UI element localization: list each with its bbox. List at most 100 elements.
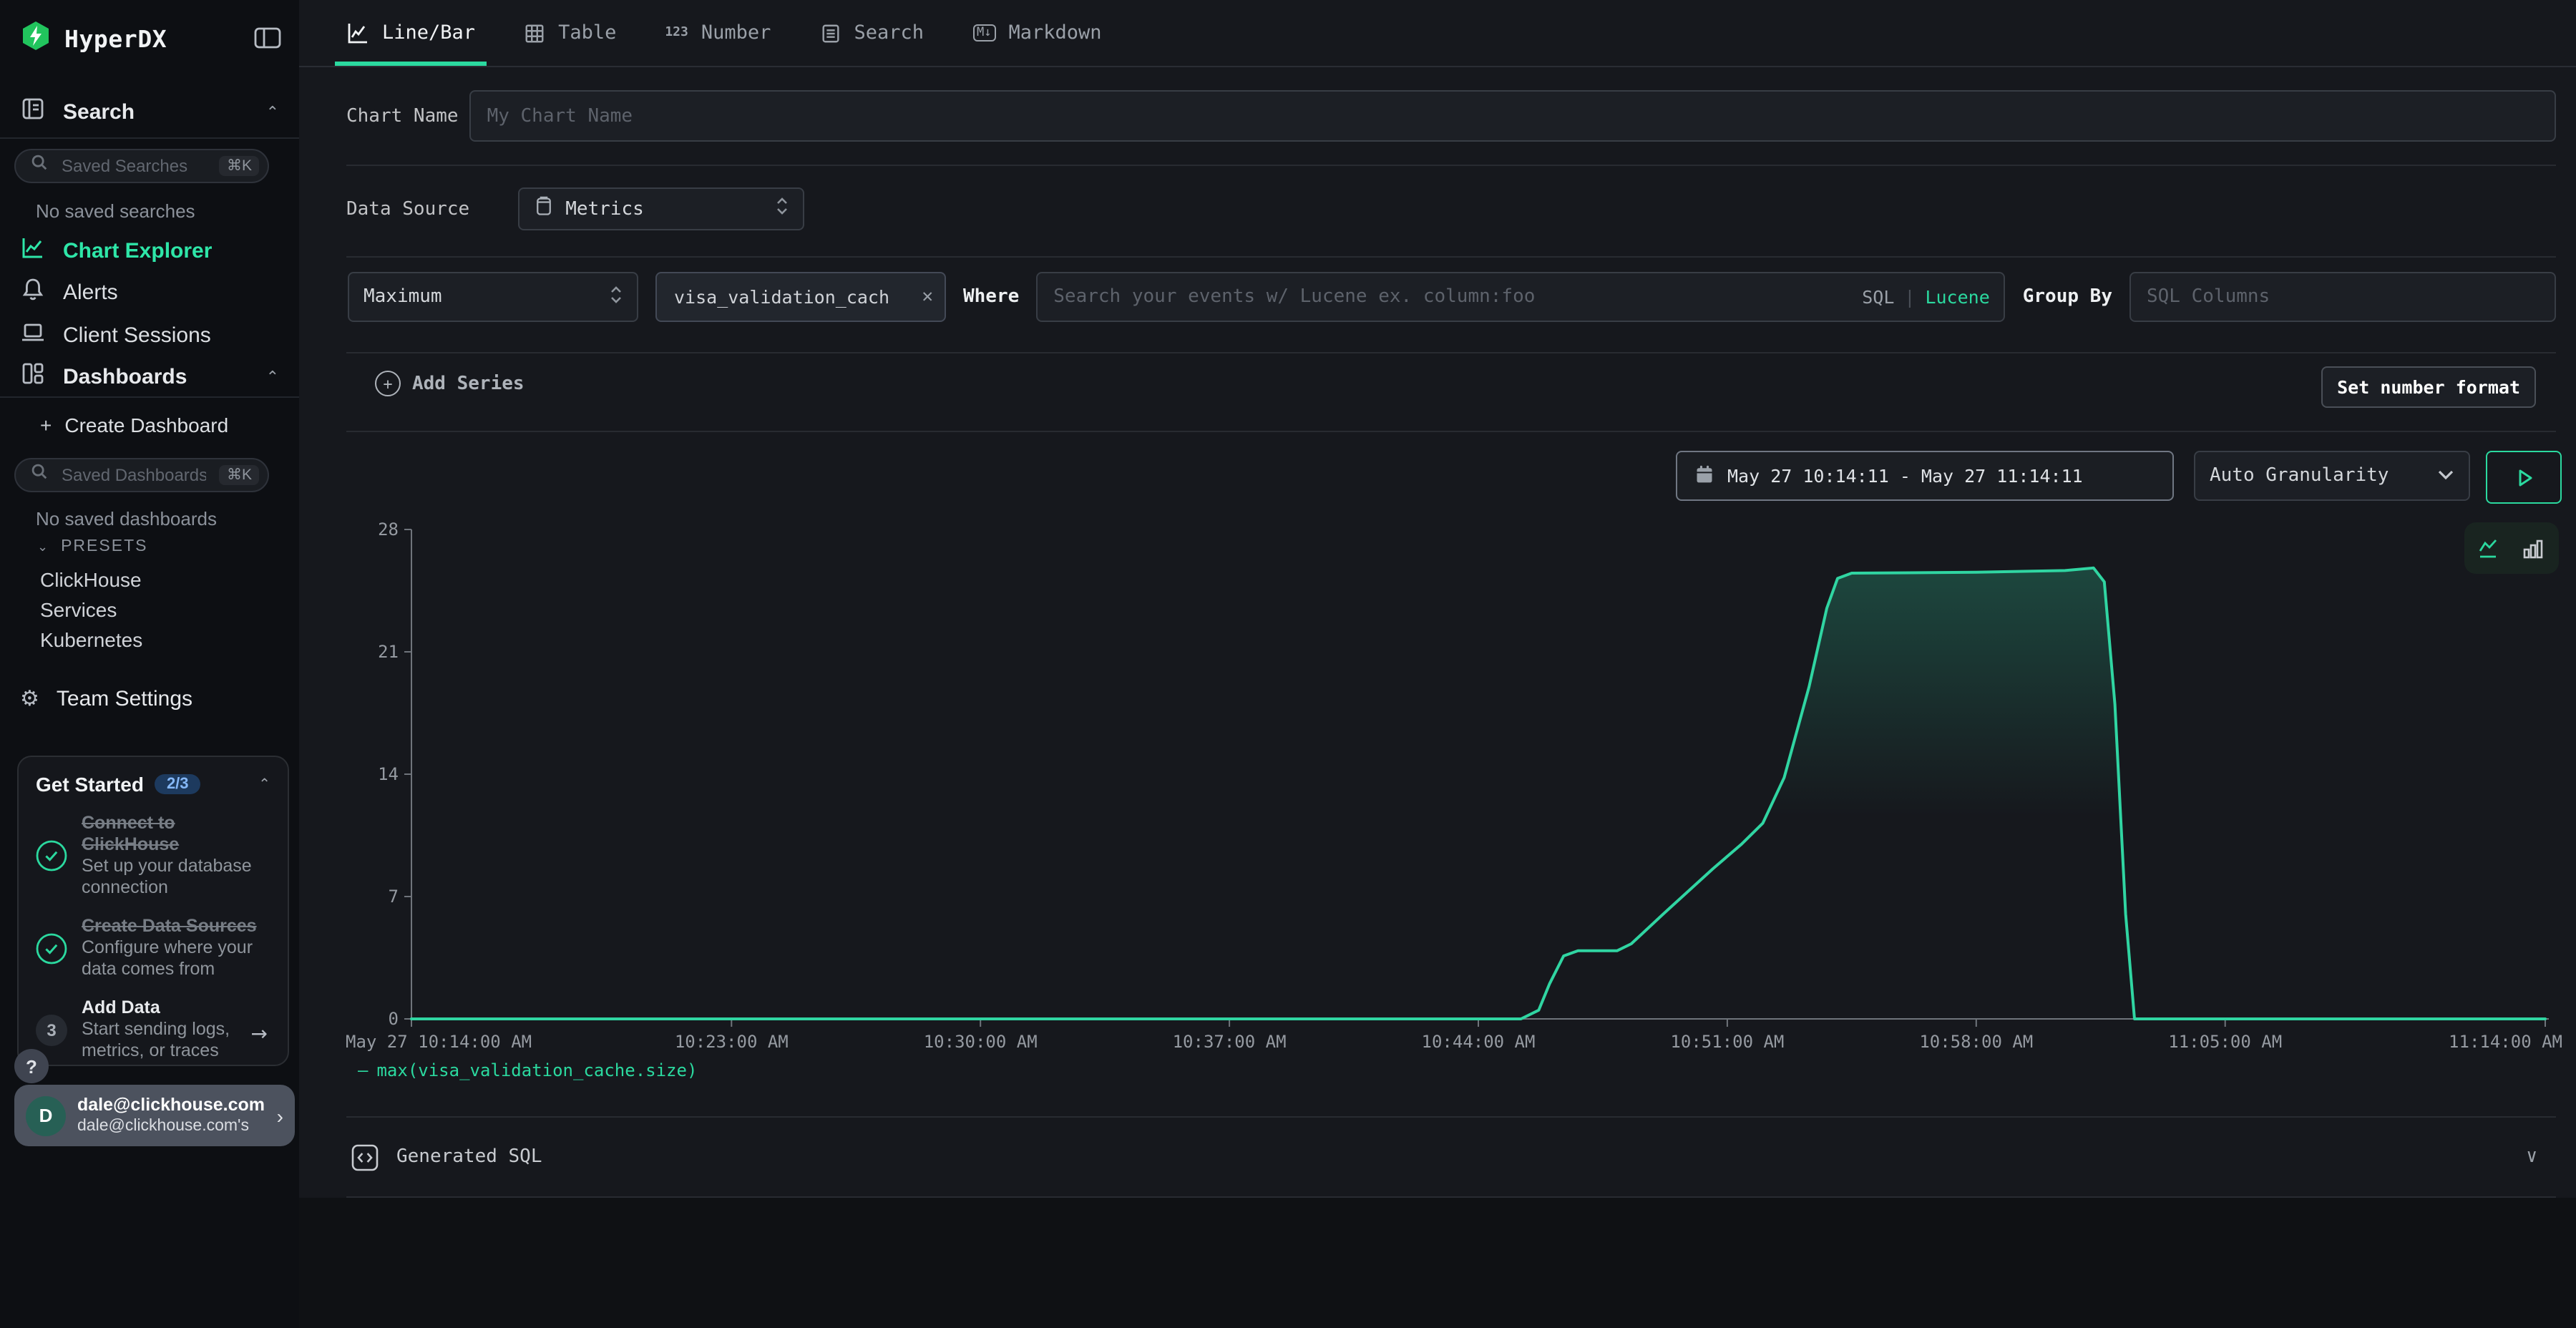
presets-toggle[interactable]: ⌄ PRESETS — [37, 538, 147, 555]
page-background — [299, 1198, 2576, 1328]
search-icon — [30, 462, 49, 488]
svg-text:14: 14 — [378, 764, 399, 784]
get-started-step-2[interactable]: Create Data Sources Configure where your… — [36, 916, 270, 980]
date-range-text: May 27 10:14:11 - May 27 11:14:11 — [1727, 465, 2083, 487]
get-started-title: Get Started — [36, 773, 144, 796]
svg-text:0: 0 — [389, 1009, 399, 1029]
tab-number[interactable]: 123 Number — [665, 0, 771, 66]
sidebar-item-alerts[interactable]: Alerts — [20, 276, 118, 308]
saved-searches-input[interactable] — [59, 155, 210, 177]
sidebar-item-client-sessions[interactable]: Client Sessions — [20, 319, 211, 351]
where-search-input[interactable] — [1036, 272, 2005, 322]
chevron-down-icon: ∨ — [2526, 1146, 2537, 1168]
chevron-up-icon[interactable]: ⌃ — [266, 368, 279, 386]
svg-text:11:14:00 AM: 11:14:00 AM — [2449, 1032, 2562, 1052]
divider — [346, 352, 2556, 353]
divider — [346, 256, 2556, 258]
data-source-select[interactable]: Metrics — [518, 187, 804, 230]
chevron-up-icon[interactable]: ⌃ — [258, 776, 270, 792]
chevron-right-icon: › — [277, 1104, 283, 1127]
tab-markdown[interactable]: M↓ Markdown — [972, 0, 1102, 66]
number-123-icon: 123 — [665, 26, 688, 40]
laptop-icon — [20, 319, 46, 351]
help-button[interactable]: ? — [14, 1049, 49, 1083]
user-email: dale@clickhouse.com — [77, 1094, 265, 1116]
set-number-format-button[interactable]: Set number format — [2321, 366, 2536, 408]
chart-name-label: Chart Name — [346, 105, 459, 127]
tab-line-bar[interactable]: Line/Bar — [346, 0, 475, 66]
svg-text:10:37:00 AM: 10:37:00 AM — [1173, 1032, 1287, 1052]
sidebar-item-chart-explorer[interactable]: Chart Explorer — [20, 235, 212, 266]
svg-text:10:58:00 AM: 10:58:00 AM — [1919, 1032, 2033, 1052]
gear-icon: ⚙ — [20, 685, 39, 711]
markdown-icon: M↓ — [972, 24, 996, 42]
svg-text:10:23:00 AM: 10:23:00 AM — [675, 1032, 789, 1052]
sidebar-item-team-settings[interactable]: ⚙ Team Settings — [20, 685, 192, 711]
progress-badge: 2/3 — [155, 774, 200, 794]
dashboards-grid-icon — [20, 361, 46, 392]
tab-table[interactable]: Table — [524, 0, 616, 66]
chart-type-tabs: Line/Bar Table 123 Number Search M↓ Ma — [299, 0, 2576, 67]
chevron-down-icon — [2437, 465, 2454, 487]
tab-search[interactable]: Search — [819, 0, 924, 66]
get-started-step-3[interactable]: 3 Add Data Start sending logs, metrics, … — [36, 997, 270, 1062]
generated-sql-label: Generated SQL — [396, 1146, 542, 1168]
saved-dashboards-input[interactable] — [59, 464, 210, 487]
avatar: D — [26, 1095, 66, 1136]
saved-dashboards-search[interactable]: ⌘K — [14, 458, 269, 492]
sidebar-section-dashboards[interactable]: Dashboards — [20, 361, 187, 392]
chevron-down-icon: ⌄ — [37, 539, 49, 555]
run-query-button[interactable] — [2486, 451, 2562, 504]
aggregation-select[interactable]: Maximum — [348, 272, 638, 322]
preset-clickhouse[interactable]: ClickHouse — [40, 568, 142, 591]
close-icon[interactable]: ✕ — [922, 286, 933, 308]
legend-dash-icon: — — [358, 1060, 368, 1080]
app-logo[interactable]: HyperDX — [20, 20, 167, 59]
get-started-step-1[interactable]: Connect to ClickHouse Set up your databa… — [36, 813, 270, 899]
chart-legend-item[interactable]: — max(visa_validation_cache.size) — [358, 1060, 697, 1080]
get-started-card: Get Started 2/3 ⌃ Connect to ClickHouse … — [17, 756, 289, 1066]
table-icon — [524, 22, 545, 44]
no-saved-dashboards-text: No saved dashboards — [36, 508, 217, 529]
add-series-button[interactable]: + Add Series — [375, 371, 525, 396]
series-row: Maximum visa_validation_cach ✕ Where SQL… — [348, 272, 2556, 322]
preset-kubernetes[interactable]: Kubernetes — [40, 628, 142, 651]
create-dashboard-button[interactable]: + Create Dashboard — [40, 414, 228, 436]
svg-text:10:51:00 AM: 10:51:00 AM — [1670, 1032, 1784, 1052]
chart-name-input[interactable] — [470, 90, 2556, 142]
divider — [0, 137, 299, 139]
svg-text:May 27 10:14:00 AM: May 27 10:14:00 AM — [346, 1032, 532, 1052]
search-section-icon — [20, 96, 46, 127]
granularity-select[interactable]: Auto Granularity — [2194, 451, 2470, 501]
saved-searches-search[interactable]: ⌘K — [14, 149, 269, 183]
group-by-input[interactable] — [2129, 272, 2556, 322]
bell-icon — [20, 276, 46, 308]
updown-chevrons-icon — [776, 196, 789, 222]
arrow-right-icon: → — [251, 1023, 268, 1046]
hyperdx-chart-explorer: HyperDX Search ⌃ ⌘K No saved searches Ch… — [0, 0, 2576, 1328]
user-menu[interactable]: D dale@clickhouse.com dale@clickhouse.co… — [14, 1085, 295, 1146]
lucene-mode-toggle[interactable]: Lucene — [1925, 286, 1989, 308]
data-source-label: Data Source — [346, 198, 469, 220]
svg-text:21: 21 — [378, 642, 399, 662]
date-range-picker[interactable]: May 27 10:14:11 - May 27 11:14:11 — [1676, 451, 2174, 501]
sidebar-section-search[interactable]: Search — [20, 96, 135, 127]
preset-services[interactable]: Services — [40, 598, 117, 621]
svg-text:10:30:00 AM: 10:30:00 AM — [924, 1032, 1038, 1052]
user-team: dale@clickhouse.com's — [77, 1116, 265, 1137]
search-doc-icon — [819, 22, 841, 44]
divider — [346, 165, 2556, 166]
time-series-chart[interactable]: 07142128May 27 10:14:00 AM10:23:00 AM10:… — [299, 515, 2576, 1059]
chevron-up-icon[interactable]: ⌃ — [266, 103, 279, 122]
sql-mode-toggle[interactable]: SQL — [1862, 286, 1894, 308]
metric-field-tag[interactable]: visa_validation_cach ✕ — [655, 272, 946, 322]
kbd-shortcut: ⌘K — [220, 465, 259, 486]
generated-sql-accordion[interactable]: Generated SQL ∨ — [299, 1118, 2576, 1196]
step-desc: Set up your database connection — [82, 856, 270, 899]
main-content: Line/Bar Table 123 Number Search M↓ Ma — [299, 0, 2576, 1328]
sidebar: HyperDX Search ⌃ ⌘K No saved searches Ch… — [0, 0, 301, 1328]
sidebar-collapse-icon[interactable] — [253, 26, 282, 57]
where-label: Where — [963, 286, 1019, 308]
step-title: Add Data — [82, 997, 250, 1019]
group-by-label: Group By — [2023, 286, 2112, 308]
